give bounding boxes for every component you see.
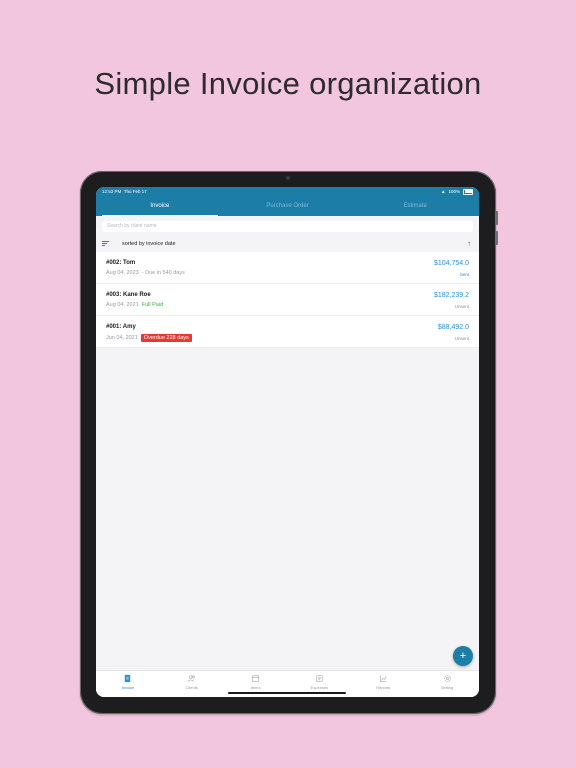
invoice-date: Jun 04, 2021 — [106, 335, 138, 341]
invoice-row[interactable]: #001: Amy Jun 04, 2021 Overdue 228 days … — [96, 316, 479, 348]
gear-icon — [443, 675, 451, 682]
battery-icon — [463, 188, 473, 195]
battery-percent: 100% — [448, 189, 460, 194]
nav-setting[interactable]: Setting — [415, 671, 479, 697]
camera-icon — [286, 176, 290, 180]
nav-reports[interactable]: Reports — [351, 671, 415, 697]
app-screen: 12:53 PM Thu Feb 17 ▲ 100% Invoice Purch… — [96, 187, 479, 697]
status-time: 12:53 PM Thu Feb 17 — [102, 189, 147, 194]
search-input[interactable]: Search by client name — [102, 221, 473, 232]
invoice-date: Aug 04, 2023 — [106, 270, 139, 276]
invoice-title: #002: Tom — [106, 260, 136, 266]
add-invoice-button[interactable]: + — [453, 646, 473, 666]
invoice-row[interactable]: #003: Kane Roe Aug 04, 2021 Full Paid $1… — [96, 284, 479, 316]
wifi-icon: ▲ — [441, 189, 446, 194]
invoice-row[interactable]: #002: Tom Aug 04, 2023 - Due in 540 days… — [96, 252, 479, 284]
invoice-due-note: - Due in 540 days — [141, 270, 185, 276]
nav-label: Reports — [376, 685, 391, 690]
status-bar: 12:53 PM Thu Feb 17 ▲ 100% — [96, 187, 479, 196]
sort-icon[interactable] — [102, 241, 109, 246]
invoice-amount: $104,754.0 — [433, 260, 469, 267]
home-indicator — [228, 692, 346, 694]
nav-clients[interactable]: Clients — [160, 671, 224, 697]
paid-badge: Full Paid — [141, 302, 164, 308]
items-icon — [252, 675, 259, 682]
invoice-title: #003: Kane Roe — [106, 292, 151, 298]
document-tabs: Invoice Purchase Order Estimate — [96, 196, 479, 216]
clients-icon — [187, 675, 195, 682]
tab-estimate[interactable]: Estimate — [351, 196, 479, 216]
nav-label: Clients — [185, 685, 198, 690]
sort-bar[interactable]: sorted by invoice date ↑ — [96, 235, 479, 252]
invoice-amount: $88,492.0 — [437, 324, 469, 331]
invoice-icon — [125, 674, 131, 683]
overdue-badge: Overdue 228 days — [140, 334, 192, 342]
nav-label: Invoice — [121, 685, 135, 690]
invoice-date: Aug 04, 2021 — [106, 302, 139, 308]
nav-label: Items — [250, 685, 261, 690]
nav-invoice[interactable]: Invoice — [96, 671, 160, 697]
main-content: Search by client name sorted by invoice … — [96, 216, 479, 671]
arrow-up-icon[interactable]: ↑ — [467, 239, 471, 248]
invoice-status: Unsent — [454, 304, 469, 309]
expenses-icon — [316, 675, 323, 682]
invoice-title: #001: Amy — [106, 324, 136, 330]
invoice-amount: $182,239.2 — [433, 292, 469, 299]
volume-button-2 — [495, 231, 498, 245]
tab-invoice[interactable]: Invoice — [96, 196, 224, 216]
sort-label: sorted by invoice date — [122, 240, 176, 247]
invoice-status: Sent — [459, 272, 469, 277]
invoice-list: #002: Tom Aug 04, 2023 - Due in 540 days… — [96, 252, 479, 348]
page-headline: Simple Invoice organization — [94, 66, 482, 101]
tablet-frame: 12:53 PM Thu Feb 17 ▲ 100% Invoice Purch… — [80, 171, 498, 714]
invoice-status: Unsent — [454, 336, 469, 341]
tab-purchase-order[interactable]: Purchase Order — [224, 196, 352, 216]
reports-icon — [379, 675, 387, 682]
nav-label: Expenses — [310, 685, 329, 690]
nav-label: Setting — [440, 685, 454, 690]
volume-button — [495, 211, 498, 225]
